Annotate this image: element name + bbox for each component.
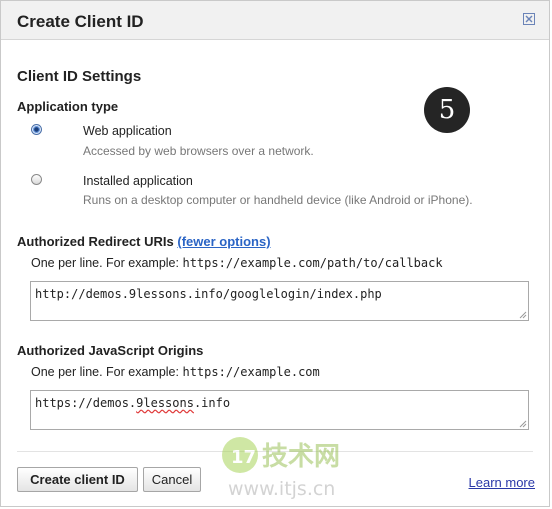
create-client-id-dialog: Create Client ID Client ID Settings Appl… [0, 0, 550, 507]
redirect-uris-textarea[interactable]: http://demos.9lessons.info/googlelogin/i… [30, 281, 529, 321]
radio-web-application[interactable] [31, 124, 42, 135]
create-client-id-button[interactable]: Create client ID [17, 467, 138, 492]
origins-hint-example: https://example.com [182, 365, 320, 379]
redirect-uris-value: http://demos.9lessons.info/googlelogin/i… [35, 287, 382, 301]
redirect-uris-heading: Authorized Redirect URIs (fewer options) [17, 234, 271, 249]
origins-hint-text: One per line. For example: [31, 365, 179, 379]
resize-grip-icon[interactable] [519, 311, 527, 319]
watermark-url-text: www.itjs.cn [228, 478, 335, 500]
learn-more-link[interactable]: Learn more [469, 475, 535, 490]
redirect-hint-example: https://example.com/path/to/callback [182, 256, 443, 270]
section-title: Client ID Settings [17, 68, 142, 85]
redirect-hint-text: One per line. For example: [31, 256, 179, 270]
origins-hint: One per line. For example: https://examp… [31, 365, 320, 379]
svg-text:17: 17 [231, 447, 256, 468]
option-desc-installed-application: Runs on a desktop computer or handheld d… [83, 193, 473, 207]
fewer-options-link[interactable]: (fewer options) [177, 234, 270, 249]
resize-grip-icon[interactable] [519, 420, 527, 428]
watermark-cn-text: 技术网 [262, 442, 340, 472]
close-icon[interactable] [523, 13, 535, 25]
option-label-installed-application[interactable]: Installed application [83, 174, 193, 188]
application-type-label: Application type [17, 99, 119, 114]
step-number-badge: 5 [424, 87, 470, 133]
origins-value-misspelled: 9lessons [136, 396, 194, 410]
origins-value-suffix: .info [193, 396, 231, 410]
js-origins-heading: Authorized JavaScript Origins [17, 343, 204, 358]
cancel-button[interactable]: Cancel [143, 467, 201, 492]
dialog-titlebar: Create Client ID [1, 1, 549, 40]
watermark-logo: 17 技术网 www.itjs.cn [222, 437, 340, 500]
js-origins-textarea[interactable]: https://demos.9lessons.info [30, 390, 529, 430]
dialog-title: Create Client ID [17, 12, 144, 31]
redirect-uris-label: Authorized Redirect URIs [17, 234, 174, 249]
option-label-web-application[interactable]: Web application [83, 124, 172, 138]
origins-value-prefix: https://demos. [35, 396, 137, 410]
option-desc-web-application: Accessed by web browsers over a network. [83, 144, 314, 158]
redirect-hint: One per line. For example: https://examp… [31, 256, 443, 270]
radio-installed-application[interactable] [31, 174, 42, 185]
